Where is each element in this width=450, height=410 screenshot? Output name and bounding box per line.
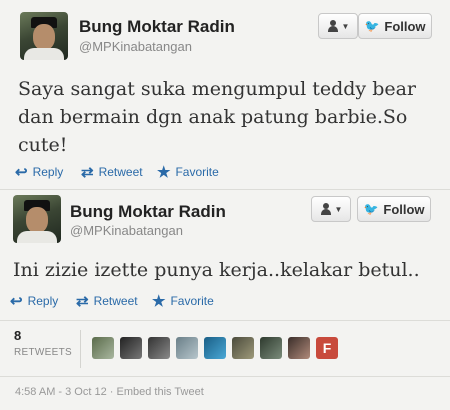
- follow-button[interactable]: 🐦 Follow: [357, 196, 431, 222]
- reply-action[interactable]: ↩ Reply: [10, 292, 58, 310]
- follow-label: Follow: [384, 18, 426, 34]
- divider: [0, 376, 450, 377]
- avatar[interactable]: [20, 12, 68, 60]
- twitter-bird-icon: 🐦: [363, 202, 379, 216]
- display-name[interactable]: Bung Moktar Radin: [79, 17, 235, 37]
- retweet-count-label: RETWEETS: [14, 347, 72, 358]
- retweet-action[interactable]: ⇄ Retweet: [81, 163, 143, 181]
- reply-icon: ↩: [15, 164, 28, 181]
- twitter-bird-icon: 🐦: [364, 19, 380, 33]
- user-actions-button[interactable]: ▼: [318, 13, 358, 39]
- retweet-action[interactable]: ⇄ Retweet: [76, 292, 138, 310]
- tweet: Bung Moktar Radin @MPKinabatangan ▼ 🐦 Fo…: [0, 190, 450, 320]
- star-icon: ★: [152, 293, 166, 310]
- reply-label: Reply: [32, 165, 64, 179]
- tweet-meta: 4:58 AM - 3 Oct 12 · Embed this Tweet: [15, 386, 204, 398]
- tweet: Bung Moktar Radin @MPKinabatangan ▼ 🐦 Fo…: [0, 0, 450, 190]
- chevron-down-icon: ▼: [341, 21, 350, 31]
- avatar[interactable]: [13, 195, 61, 243]
- retweeter-avatar[interactable]: [176, 337, 198, 359]
- retweet-stats[interactable]: 8 RETWEETS: [14, 328, 72, 358]
- retweeter-avatar[interactable]: [204, 337, 226, 359]
- timestamp[interactable]: 4:58 AM - 3 Oct 12: [15, 386, 107, 398]
- stats-separator: [80, 330, 81, 368]
- retweeter-avatar[interactable]: [232, 337, 254, 359]
- retweet-label: Retweet: [98, 165, 143, 179]
- retweeter-avatar[interactable]: [288, 337, 310, 359]
- reply-icon: ↩: [10, 293, 23, 310]
- user-icon: [320, 203, 332, 215]
- retweet-icon: ⇄: [76, 293, 89, 310]
- follow-button[interactable]: 🐦 Follow: [358, 13, 432, 39]
- tweet-text: Saya sangat suka mengumpul teddy bear da…: [18, 78, 417, 156]
- favorite-action[interactable]: ★ Favorite: [152, 292, 214, 310]
- retweet-icon: ⇄: [81, 164, 94, 181]
- favorite-label: Favorite: [175, 165, 219, 179]
- tweet-text: Ini zizie izette punya kerja..kelakar be…: [13, 259, 420, 281]
- embed-tweet-link[interactable]: Embed this Tweet: [117, 386, 204, 398]
- reply-label: Reply: [27, 294, 59, 308]
- user-actions-button[interactable]: ▼: [311, 196, 351, 222]
- favorite-label: Favorite: [170, 294, 214, 308]
- meta-separator: ·: [109, 386, 114, 398]
- retweeter-avatar[interactable]: [92, 337, 114, 359]
- chevron-down-icon: ▼: [334, 204, 343, 214]
- retweet-label: Retweet: [93, 294, 138, 308]
- retweeter-avatar[interactable]: [260, 337, 282, 359]
- reply-action[interactable]: ↩ Reply: [15, 163, 63, 181]
- divider: [0, 320, 450, 321]
- star-icon: ★: [157, 164, 171, 181]
- user-icon: [327, 20, 339, 32]
- retweet-count: 8: [14, 328, 22, 343]
- favorite-action[interactable]: ★ Favorite: [157, 163, 219, 181]
- retweeter-avatar[interactable]: [148, 337, 170, 359]
- follow-label: Follow: [383, 201, 425, 217]
- user-handle[interactable]: @MPKinabatangan: [70, 223, 183, 238]
- retweeter-avatar[interactable]: [120, 337, 142, 359]
- user-handle[interactable]: @MPKinabatangan: [79, 39, 192, 54]
- retweeter-avatar[interactable]: F: [316, 337, 338, 359]
- display-name[interactable]: Bung Moktar Radin: [70, 202, 226, 222]
